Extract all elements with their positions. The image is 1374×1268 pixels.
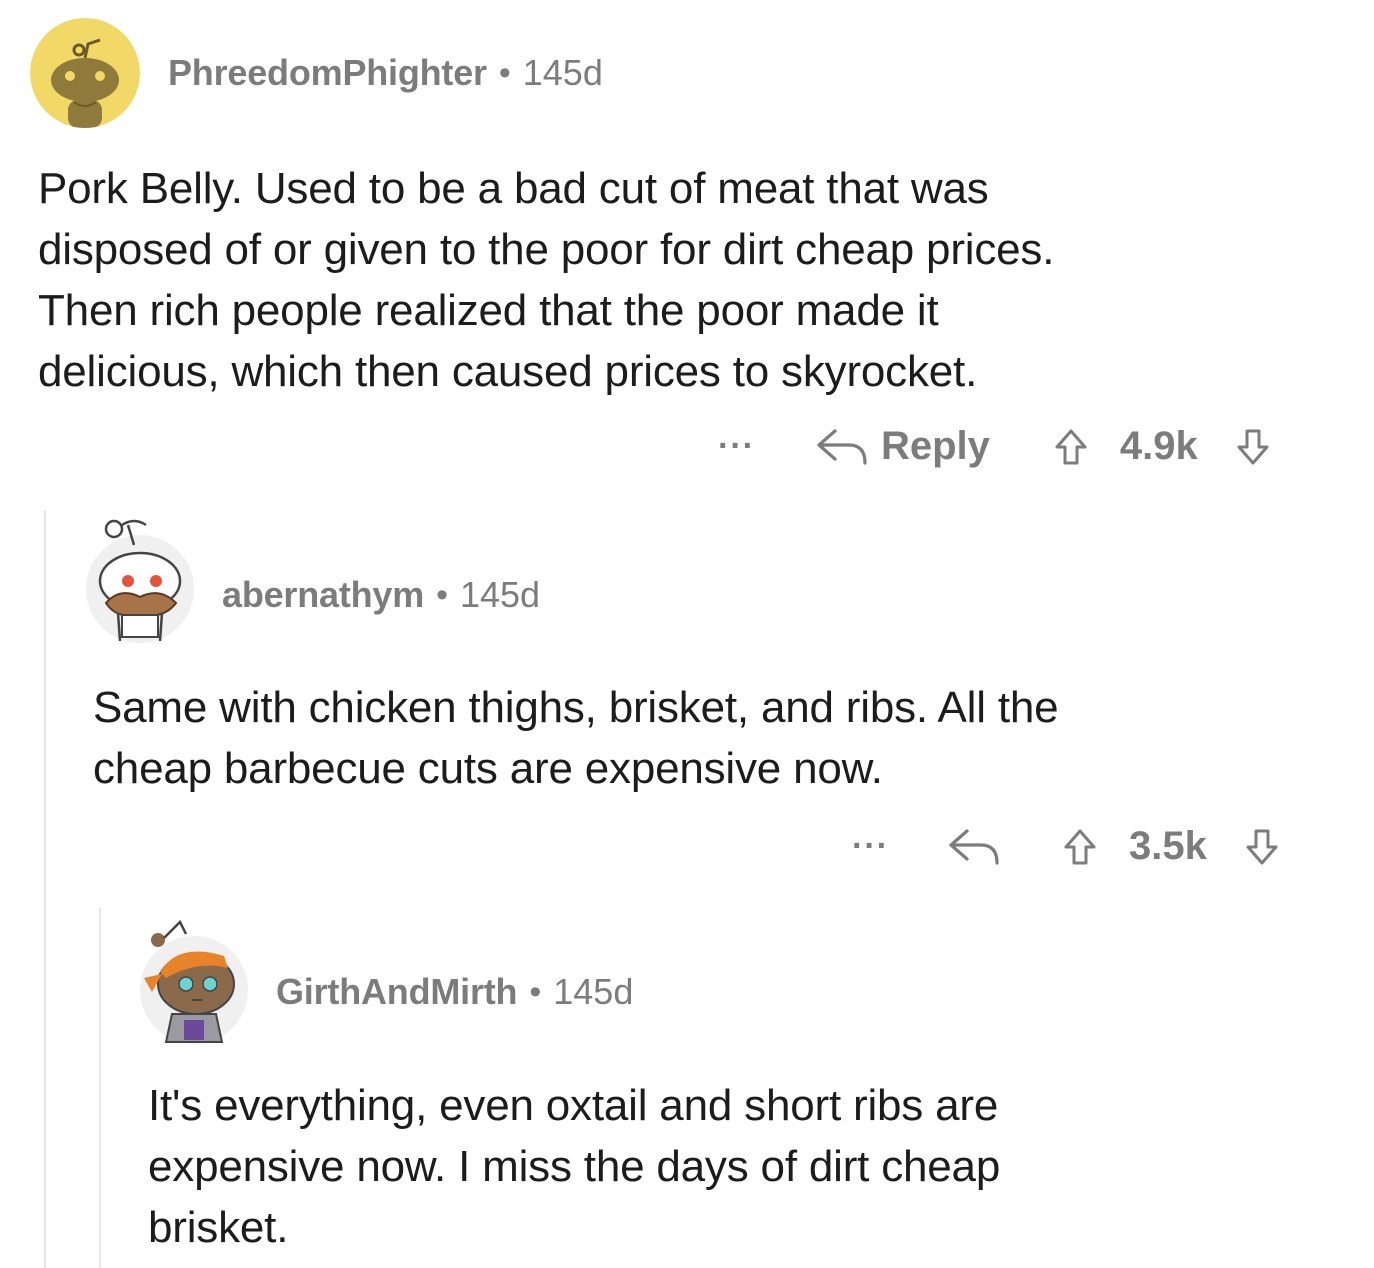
comment-age[interactable]: 145d xyxy=(553,971,633,1013)
username[interactable]: GirthAndMirth xyxy=(276,971,518,1013)
body-line: It's everything, even oxtail and short r… xyxy=(148,1081,999,1130)
comment-body: It's everything, even oxtail and short r… xyxy=(148,1075,1000,1258)
separator-dot: • xyxy=(529,972,542,1011)
user-avatar[interactable] xyxy=(138,912,250,1044)
body-line: brisket. xyxy=(148,1203,289,1252)
comment-header: GirthAndMirth • 145d xyxy=(276,971,633,1013)
body-line: expensive now. I miss the days of dirt c… xyxy=(148,1142,1001,1191)
comment-girthandmirth: GirthAndMirth • 145d It's everything, ev… xyxy=(0,0,1374,1268)
snoo-bandana-avatar-icon xyxy=(140,919,248,1044)
